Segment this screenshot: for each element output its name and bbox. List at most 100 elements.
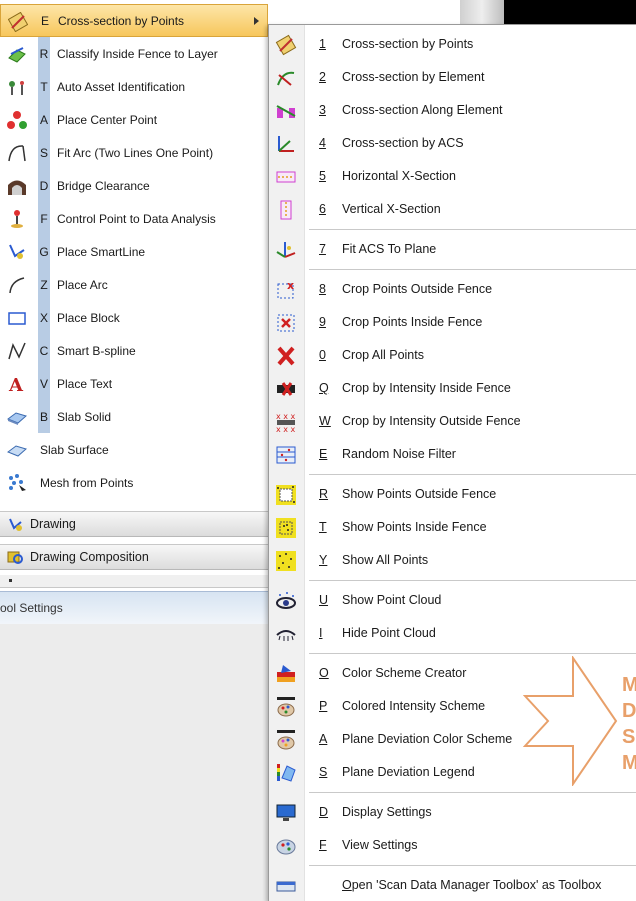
tool-key: Z	[38, 268, 50, 301]
menu-item-view-settings[interactable]: F View Settings	[269, 829, 636, 862]
tool-place-smartline[interactable]: G Place SmartLine	[0, 235, 268, 268]
callout-line: M	[622, 752, 636, 774]
menu-label: Vertical X-Section	[342, 202, 441, 216]
callout-line: M	[622, 674, 636, 696]
svg-text:A: A	[8, 375, 24, 394]
menu-item-show-point-cloud[interactable]: U Show Point Cloud	[269, 584, 636, 617]
tool-key: A	[38, 103, 50, 136]
tool-label: Slab Solid	[57, 409, 112, 424]
menu-item-cross-section-by-acs[interactable]: 4 Cross-section by ACS	[269, 127, 636, 160]
tool-key: C	[38, 334, 50, 367]
menu-shortcut: P	[319, 699, 328, 713]
tool-place-arc[interactable]: Z Place Arc	[0, 268, 268, 301]
tool-cross-section-by-points[interactable]: E Cross-section by Points	[0, 4, 268, 37]
cross-section-acs-icon	[275, 133, 297, 155]
menu-item-show-inside-fence[interactable]: T Show Points Inside Fence	[269, 511, 636, 544]
menu-label: Crop All Points	[342, 348, 424, 362]
menu-item-cross-section-by-points[interactable]: 1 Cross-section by Points	[269, 28, 636, 61]
callout-line: D	[622, 700, 636, 722]
menu-label: Colored Intensity Scheme	[342, 699, 486, 713]
drawing-composition-icon	[6, 548, 24, 566]
menu-separator	[309, 792, 636, 793]
tool-bridge-clearance[interactable]: D Bridge Clearance	[0, 169, 268, 202]
place-block-icon	[7, 308, 27, 328]
tool-classify-fence[interactable]: R Classify Inside Fence to Layer	[0, 37, 268, 70]
tool-label: Place Center Point	[57, 112, 158, 127]
bridge-clearance-icon	[7, 176, 27, 196]
menu-item-crop-intensity-inside[interactable]: Q Crop by Intensity Inside Fence	[269, 372, 636, 405]
menu-item-horizontal-xsection[interactable]: 5 Horizontal X-Section	[269, 160, 636, 193]
left-tool-panel: E Cross-section by Points R Classify Ins…	[0, 0, 268, 901]
menu-shortcut: F	[319, 838, 327, 852]
menu-shortcut: 5	[319, 169, 326, 183]
menu-label: Cross-section by Element	[342, 70, 485, 84]
tool-mesh-from-points[interactable]: Mesh from Points	[0, 466, 268, 499]
callout-arrow-icon	[523, 656, 618, 786]
classify-fence-icon	[7, 44, 27, 64]
tool-key: T	[38, 70, 50, 103]
menu-shortcut: S	[319, 765, 328, 779]
svg-text:x x x: x x x	[276, 412, 296, 421]
menu-item-random-noise-filter[interactable]: E Random Noise Filter	[269, 438, 636, 471]
menu-item-cross-section-along-element[interactable]: 3 Cross-section Along Element	[269, 94, 636, 127]
svg-text:x x x: x x x	[276, 425, 296, 433]
section-label: Drawing Composition	[30, 550, 149, 564]
tool-slab-solid[interactable]: B Slab Solid	[0, 400, 268, 433]
crop-intensity-outside-icon: x x x x x x	[275, 411, 297, 433]
cross-section-points-icon	[8, 12, 28, 32]
menu-shortcut: 1	[319, 37, 326, 51]
menu-shortcut: I	[319, 626, 323, 640]
submenu-arrow-icon	[254, 17, 259, 25]
tool-label: Slab Surface	[40, 442, 109, 457]
tool-label: Place Text	[57, 376, 113, 391]
tool-settings-panel: ool Settings	[0, 591, 268, 901]
menu-item-open-toolbox[interactable]: Open 'Scan Data Manager Toolbox' as Tool…	[269, 869, 636, 901]
menu-label: Cross-section Along Element	[342, 103, 503, 117]
section-drawing[interactable]: Drawing	[0, 511, 268, 537]
tool-label: Bridge Clearance	[57, 178, 150, 193]
menu-item-hide-point-cloud[interactable]: I Hide Point Cloud	[269, 617, 636, 650]
menu-item-fit-acs-to-plane[interactable]: 7 Fit ACS To Plane	[269, 233, 636, 266]
tool-place-text[interactable]: A V Place Text	[0, 367, 268, 400]
tool-fit-arc[interactable]: S Fit Arc (Two Lines One Point)	[0, 136, 268, 169]
tool-asset-identification[interactable]: T Auto Asset Identification	[0, 70, 268, 103]
smartline-icon	[7, 242, 27, 262]
tool-label: Place SmartLine	[57, 244, 146, 259]
fit-acs-icon	[275, 239, 297, 261]
tool-control-point[interactable]: F Control Point to Data Analysis	[0, 202, 268, 235]
tool-key: B	[38, 400, 50, 433]
menu-item-vertical-xsection[interactable]: 6 Vertical X-Section	[269, 193, 636, 226]
hide-cloud-icon	[275, 623, 297, 645]
menu-item-crop-inside-fence[interactable]: 9 Crop Points Inside Fence	[269, 306, 636, 339]
menu-item-cross-section-by-element[interactable]: 2 Cross-section by Element	[269, 61, 636, 94]
menu-item-show-outside-fence[interactable]: R Show Points Outside Fence	[269, 478, 636, 511]
menu-item-crop-intensity-outside[interactable]: x x x x x x W Crop by Intensity Outside F…	[269, 405, 636, 438]
menu-item-display-settings[interactable]: D Display Settings	[269, 796, 636, 829]
menu-label: Crop Points Inside Fence	[342, 315, 483, 329]
drawing-icon	[6, 515, 24, 533]
menu-shortcut: Q	[319, 381, 329, 395]
menu-item-crop-outside-fence[interactable]: x 8 Crop Points Outside Fence	[269, 273, 636, 306]
menu-separator	[309, 474, 636, 475]
menu-label: Crop Points Outside Fence	[342, 282, 493, 296]
menu-label: Fit ACS To Plane	[342, 242, 437, 256]
menu-shortcut: 4	[319, 136, 326, 150]
show-outside-icon	[275, 484, 297, 506]
callout-text: M D S M	[622, 672, 636, 776]
tool-slab-surface[interactable]: Slab Surface	[0, 433, 268, 466]
top-window-strip-highlight	[460, 0, 504, 24]
section-drawing-composition[interactable]: Drawing Composition	[0, 544, 268, 570]
crop-inside-icon	[275, 312, 297, 334]
panel-splitter[interactable]	[0, 575, 268, 588]
tool-place-block[interactable]: X Place Block	[0, 301, 268, 334]
tool-key: V	[38, 367, 50, 400]
tool-smart-bspline[interactable]: C Smart B-spline	[0, 334, 268, 367]
menu-separator	[309, 269, 636, 270]
cross-section-points-icon	[275, 34, 297, 56]
menu-shortcut: 0	[319, 348, 326, 362]
view-settings-icon	[275, 835, 297, 857]
menu-item-crop-all-points[interactable]: 0 Crop All Points	[269, 339, 636, 372]
tool-place-center-point[interactable]: A Place Center Point	[0, 103, 268, 136]
tool-label: Classify Inside Fence to Layer	[57, 46, 218, 61]
menu-item-show-all-points[interactable]: Y Show All Points	[269, 544, 636, 577]
